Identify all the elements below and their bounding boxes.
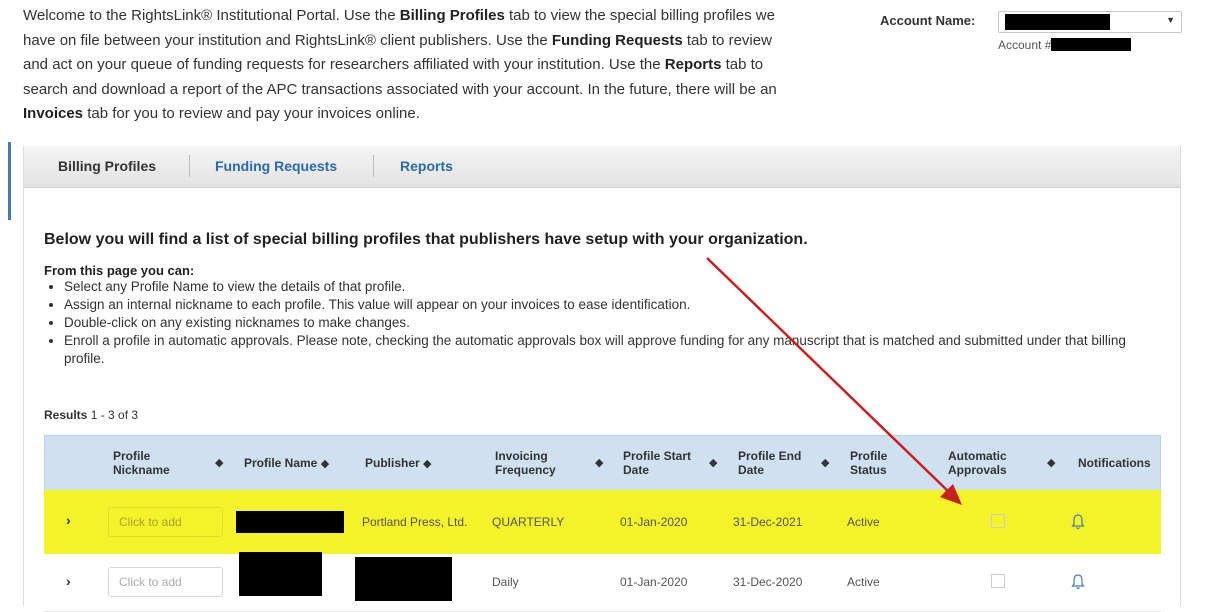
account-name-label: Account Name: xyxy=(880,13,976,28)
intro-bold-billing: Billing Profiles xyxy=(399,7,505,24)
intro-text: Welcome to the RightsLink® Institutional… xyxy=(23,4,793,127)
page-heading: Below you will find a list of special bi… xyxy=(44,231,808,248)
list-item: Select any Profile Name to view the deta… xyxy=(64,278,1156,296)
expand-row-icon[interactable]: › xyxy=(66,512,71,528)
nickname-input[interactable]: Click to add xyxy=(108,507,223,537)
from-page-label: From this page you can: xyxy=(44,263,195,278)
intro-text-1: Welcome to the RightsLink® Institutional… xyxy=(23,7,400,24)
list-item: Enroll a profile in automatic approvals.… xyxy=(64,332,1156,368)
col-notifications: Notifications xyxy=(1078,456,1151,470)
tab-funding-requests[interactable]: Funding Requests xyxy=(215,158,337,174)
chevron-down-icon: ▼ xyxy=(1166,15,1175,25)
results-range: 1 - 3 of 3 xyxy=(90,408,139,422)
tab-reports[interactable]: Reports xyxy=(400,158,453,174)
sort-icon[interactable]: ◆ xyxy=(595,456,603,469)
tab-separator xyxy=(373,155,374,177)
results-count: Results 1 - 3 of 3 xyxy=(44,408,138,422)
tab-bar: Billing Profiles Funding Requests Report… xyxy=(24,146,1180,188)
billing-profiles-panel: Billing Profiles Funding Requests Report… xyxy=(23,146,1181,612)
table-header: Profile Nickname ◆ Profile Name ◆ Publish… xyxy=(44,435,1161,493)
auto-approval-checkbox[interactable] xyxy=(991,514,1005,528)
intro-bold-funding: Funding Requests xyxy=(551,31,683,49)
col-automatic-approvals[interactable]: Automatic Approvals xyxy=(948,449,1007,477)
redacted-profile-name[interactable] xyxy=(239,552,322,596)
col-invoicing-frequency[interactable]: Invoicing Frequency xyxy=(495,449,556,477)
table-row: › Click to add Portland Press, Ltd. QUAR… xyxy=(44,490,1161,554)
bell-icon[interactable] xyxy=(1070,573,1086,591)
left-accent-bar xyxy=(8,142,11,220)
col-publisher[interactable]: Publisher ◆ xyxy=(365,456,432,471)
end-date-cell: 31-Dec-2020 xyxy=(733,575,803,589)
col-profile-name[interactable]: Profile Name ◆ xyxy=(244,456,329,471)
publisher-cell: Portland Press, Ltd. xyxy=(362,515,468,529)
results-label: Results xyxy=(44,408,88,422)
redacted-account-number xyxy=(1051,38,1132,51)
account-number-label: Account # xyxy=(998,38,1052,52)
redacted-profile-name[interactable] xyxy=(236,511,344,533)
instructions-list: Select any Profile Name to view the deta… xyxy=(46,278,1156,368)
intro-bold-invoices: Invoices xyxy=(23,105,84,122)
sort-icon: ◆ xyxy=(423,458,432,470)
col-profile-end-date[interactable]: Profile End Date xyxy=(738,449,801,477)
account-name-select[interactable]: ▼ xyxy=(998,11,1182,33)
expand-row-icon[interactable]: › xyxy=(66,573,71,589)
account-number: Account # xyxy=(998,38,1132,52)
tab-separator xyxy=(189,155,190,177)
col-profile-nickname[interactable]: Profile Nickname xyxy=(113,449,170,477)
account-selector: Account Name: ▼ Account # xyxy=(880,10,1190,60)
intro-bold-reports: Reports xyxy=(664,56,722,73)
list-item: Assign an internal nickname to each prof… xyxy=(64,296,1156,314)
end-date-cell: 31-Dec-2021 xyxy=(733,515,803,529)
start-date-cell: 01-Jan-2020 xyxy=(620,515,688,529)
status-cell: Active xyxy=(847,575,880,589)
sort-icon[interactable]: ◆ xyxy=(709,456,717,469)
frequency-cell: Daily xyxy=(492,575,519,589)
redacted-account-name xyxy=(1005,14,1110,30)
sort-icon[interactable]: ◆ xyxy=(1047,456,1055,469)
col-profile-start-date[interactable]: Profile Start Date xyxy=(623,449,691,477)
profiles-table: Profile Nickname ◆ Profile Name ◆ Publish… xyxy=(44,435,1161,612)
tab-billing-profiles[interactable]: Billing Profiles xyxy=(58,158,156,174)
redacted-publisher xyxy=(355,557,452,601)
intro-text-5: tab for you to review and pay your invoi… xyxy=(83,105,420,122)
nickname-input[interactable]: Click to add xyxy=(108,567,223,597)
col-profile-status[interactable]: Profile Status xyxy=(850,449,887,477)
sort-icon: ◆ xyxy=(320,458,330,470)
start-date-cell: 01-Jan-2020 xyxy=(620,575,688,589)
sort-icon[interactable]: ◆ xyxy=(215,456,223,469)
auto-approval-checkbox[interactable] xyxy=(991,574,1005,588)
status-cell: Active xyxy=(847,515,880,529)
list-item: Double-click on any existing nicknames t… xyxy=(64,314,1156,332)
sort-icon[interactable]: ◆ xyxy=(821,456,829,469)
frequency-cell: QUARTERLY xyxy=(492,515,565,529)
bell-icon[interactable] xyxy=(1070,513,1086,531)
table-row: › Click to add Daily 01-Jan-2020 31-Dec-… xyxy=(44,552,1161,612)
